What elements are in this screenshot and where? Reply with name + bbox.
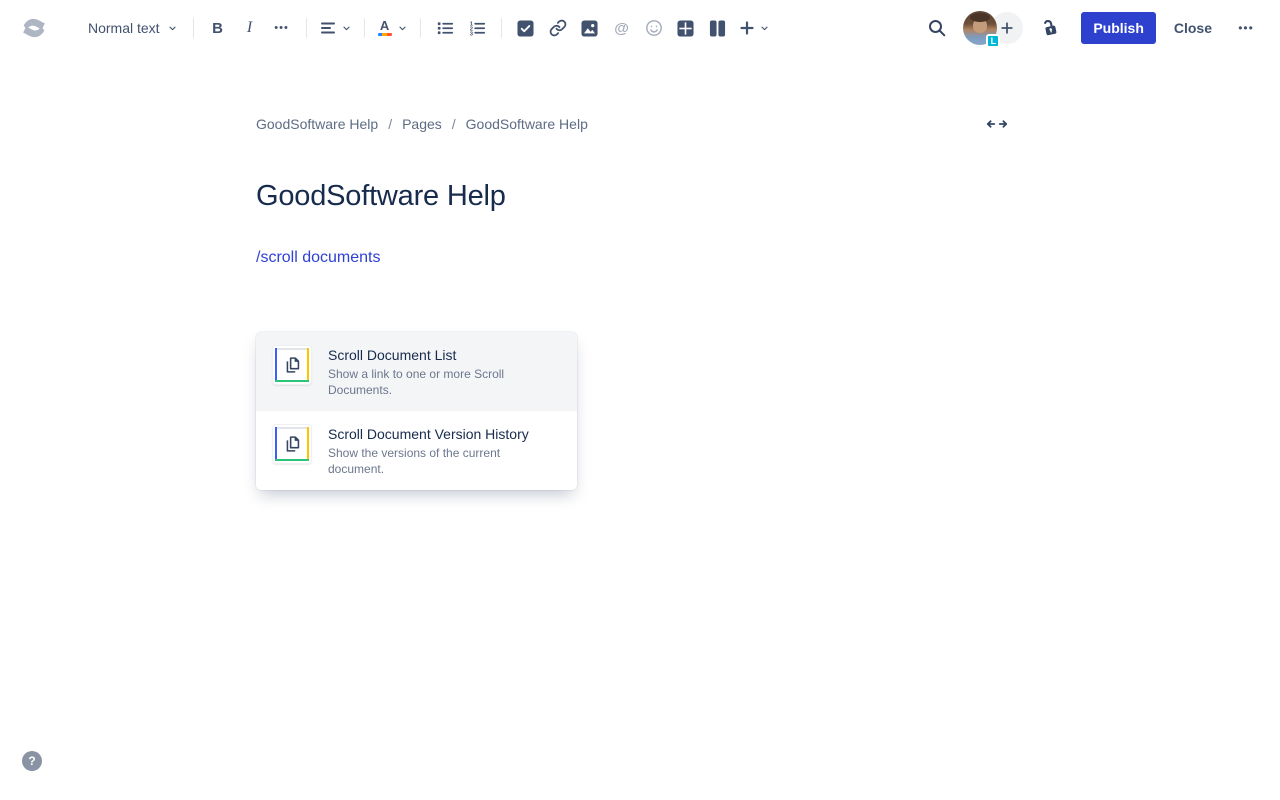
- table-icon: [677, 20, 694, 37]
- search-icon: [927, 18, 947, 38]
- overflow-menu-icon: •••: [1238, 21, 1254, 35]
- text-align-dropdown[interactable]: [315, 12, 356, 44]
- collaborators: L: [963, 11, 1023, 45]
- question-icon: ?: [28, 754, 35, 768]
- chevron-down-icon: [398, 24, 407, 33]
- text-color-icon: A: [378, 20, 392, 36]
- slash-command-menu: Scroll Document List Show a link to one …: [256, 332, 577, 490]
- plus-icon: [1000, 21, 1014, 35]
- breadcrumb-separator: /: [388, 116, 392, 132]
- more-formatting-icon: •••: [274, 22, 289, 34]
- chevron-down-icon: [760, 24, 769, 33]
- page-width-toggle[interactable]: [986, 112, 1008, 136]
- svg-text:3: 3: [469, 31, 473, 37]
- restrictions-button[interactable]: [1033, 12, 1065, 44]
- unlock-icon: [1038, 17, 1060, 39]
- toolbar-divider: [193, 18, 194, 38]
- page-title[interactable]: GoodSoftware Help: [256, 180, 1008, 213]
- toolbar-divider: [501, 18, 502, 38]
- avatar-status-badge: L: [986, 34, 1000, 48]
- bullet-list-button[interactable]: [429, 12, 461, 44]
- breadcrumb-space-link[interactable]: GoodSoftware Help: [256, 116, 378, 132]
- chevron-down-icon: [342, 24, 351, 33]
- slash-command-text[interactable]: /scroll documents: [256, 249, 1008, 267]
- menu-item-title: Scroll Document Version History: [328, 424, 553, 444]
- toolbar-left-group: Normal text B I ••• A 123: [14, 12, 774, 44]
- numbered-list-icon: 123: [468, 19, 486, 37]
- insert-more-dropdown[interactable]: [734, 12, 774, 44]
- scroll-documents-icon: [272, 345, 312, 385]
- layouts-icon: [709, 20, 726, 37]
- scroll-documents-icon: [272, 424, 312, 464]
- breadcrumb-separator: /: [452, 116, 456, 132]
- menu-item-description: Show a link to one or more Scroll Docume…: [328, 366, 553, 398]
- chevron-down-icon: [168, 24, 177, 33]
- align-left-icon: [320, 20, 336, 36]
- bold-button[interactable]: B: [202, 12, 234, 44]
- menu-item-scroll-document-list[interactable]: Scroll Document List Show a link to one …: [256, 332, 577, 411]
- italic-button[interactable]: I: [234, 12, 266, 44]
- more-formatting-button[interactable]: •••: [266, 12, 298, 44]
- breadcrumb: GoodSoftware Help / Pages / GoodSoftware…: [256, 116, 588, 132]
- task-list-button[interactable]: [510, 12, 542, 44]
- emoji-icon: [645, 19, 663, 37]
- toolbar-right-group: L Publish Close •••: [921, 11, 1262, 45]
- toolbar-divider: [306, 18, 307, 38]
- link-icon: [549, 19, 567, 37]
- close-button[interactable]: Close: [1164, 12, 1222, 44]
- insert-table-button[interactable]: [670, 12, 702, 44]
- breadcrumb-row: GoodSoftware Help / Pages / GoodSoftware…: [256, 56, 1008, 136]
- task-checkbox-icon: [517, 20, 534, 37]
- toolbar-divider: [364, 18, 365, 38]
- more-actions-button[interactable]: •••: [1230, 12, 1262, 44]
- avatar[interactable]: L: [963, 11, 997, 45]
- mention-icon: @: [614, 20, 629, 37]
- insert-image-button[interactable]: [574, 12, 606, 44]
- bullet-list-icon: [436, 19, 454, 37]
- menu-item-scroll-document-version-history[interactable]: Scroll Document Version History Show the…: [256, 411, 577, 490]
- layouts-button[interactable]: [702, 12, 734, 44]
- text-color-dropdown[interactable]: A: [373, 12, 412, 44]
- link-button[interactable]: [542, 12, 574, 44]
- text-style-dropdown[interactable]: Normal text: [80, 12, 185, 44]
- search-button[interactable]: [921, 12, 953, 44]
- breadcrumb-pages-link[interactable]: Pages: [402, 116, 442, 132]
- breadcrumb-page-link[interactable]: GoodSoftware Help: [466, 116, 588, 132]
- menu-item-title: Scroll Document List: [328, 345, 553, 365]
- toolbar-divider: [420, 18, 421, 38]
- mention-button[interactable]: @: [606, 12, 638, 44]
- text-style-label: Normal text: [88, 20, 160, 36]
- publish-button[interactable]: Publish: [1081, 12, 1156, 44]
- numbered-list-button[interactable]: 123: [461, 12, 493, 44]
- editor-content: GoodSoftware Help / Pages / GoodSoftware…: [256, 56, 1008, 267]
- emoji-button[interactable]: [638, 12, 670, 44]
- plus-icon: [739, 20, 755, 36]
- editor-toolbar: Normal text B I ••• A 123: [0, 0, 1280, 56]
- image-icon: [581, 20, 598, 37]
- expand-width-icon: [986, 117, 1008, 131]
- italic-icon: I: [244, 19, 255, 37]
- confluence-logo-icon[interactable]: [14, 12, 54, 44]
- menu-item-description: Show the versions of the current documen…: [328, 445, 553, 477]
- help-button[interactable]: ?: [22, 751, 42, 771]
- bold-icon: B: [212, 20, 223, 37]
